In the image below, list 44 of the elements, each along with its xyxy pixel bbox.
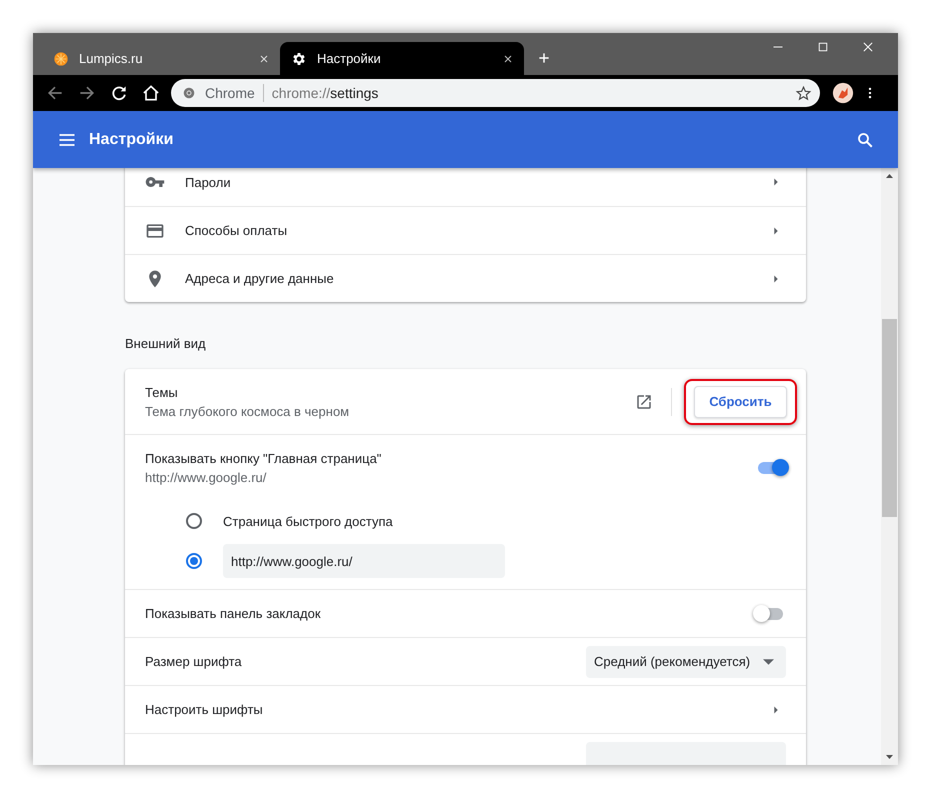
chrome-logo-icon — [182, 86, 196, 100]
settings-row[interactable]: Адреса и другие данные — [125, 254, 806, 302]
row-label: Показывать панель закладок — [145, 606, 322, 621]
tab-title: Настройки — [317, 51, 382, 66]
row-label: Темы — [145, 384, 179, 400]
settings-row[interactable]: Настроить шрифты — [125, 685, 806, 733]
row-label: Адреса и другие данные — [185, 271, 335, 286]
row-label: Показывать кнопку "Главная страница" — [145, 451, 382, 466]
bookmark-star-icon[interactable] — [795, 84, 812, 102]
radio-button[interactable] — [186, 513, 202, 529]
radio-button[interactable] — [186, 553, 202, 569]
row-label: Пароли — [185, 174, 232, 190]
reset-button[interactable]: Сбросить — [694, 386, 787, 418]
settings-row[interactable]: Пароли — [125, 168, 806, 206]
scrollbar[interactable] — [881, 168, 898, 765]
section-title: Внешний вид — [125, 336, 207, 351]
browser-tab[interactable]: Настройки — [280, 42, 524, 75]
page-title: Настройки — [89, 130, 174, 148]
row-label: Настроить шрифты — [145, 702, 264, 717]
citrus-slice-icon — [53, 50, 69, 66]
caret-icon — [763, 658, 774, 664]
toggle-switch[interactable] — [758, 462, 786, 474]
scrollbar-thumb[interactable] — [882, 319, 897, 517]
url-input-field[interactable]: http://www.google.ru/ — [223, 544, 505, 578]
external-link-icon[interactable] — [635, 392, 653, 410]
avatar-icon[interactable] — [832, 82, 854, 104]
font-size-dropdown[interactable]: Средний (рекомендуется) — [586, 646, 786, 678]
tab-title: Lumpics.ru — [79, 51, 144, 66]
url-text: chrome://settings — [270, 85, 380, 101]
close-icon[interactable] — [258, 52, 270, 64]
site-label: Chrome — [205, 84, 264, 102]
row-description: http://www.google.ru/ — [145, 470, 268, 485]
address-bar[interactable]: Chrome chrome://settings — [171, 79, 820, 107]
settings-row[interactable]: Способы оплаты — [125, 206, 806, 254]
search-icon[interactable] — [856, 130, 874, 148]
home-icon[interactable] — [141, 83, 161, 103]
row-description: Тема глубокого космоса в черном — [145, 404, 350, 418]
browser-tab[interactable]: Lumpics.ru — [42, 42, 280, 75]
row-label: Размер шрифта — [145, 654, 243, 669]
toggle-switch[interactable] — [755, 608, 783, 620]
option-label: Страница быстрого доступа — [223, 514, 393, 528]
gear-icon — [291, 50, 307, 66]
row-label: Способы оплаты — [185, 223, 288, 238]
close-icon[interactable] — [502, 52, 514, 64]
